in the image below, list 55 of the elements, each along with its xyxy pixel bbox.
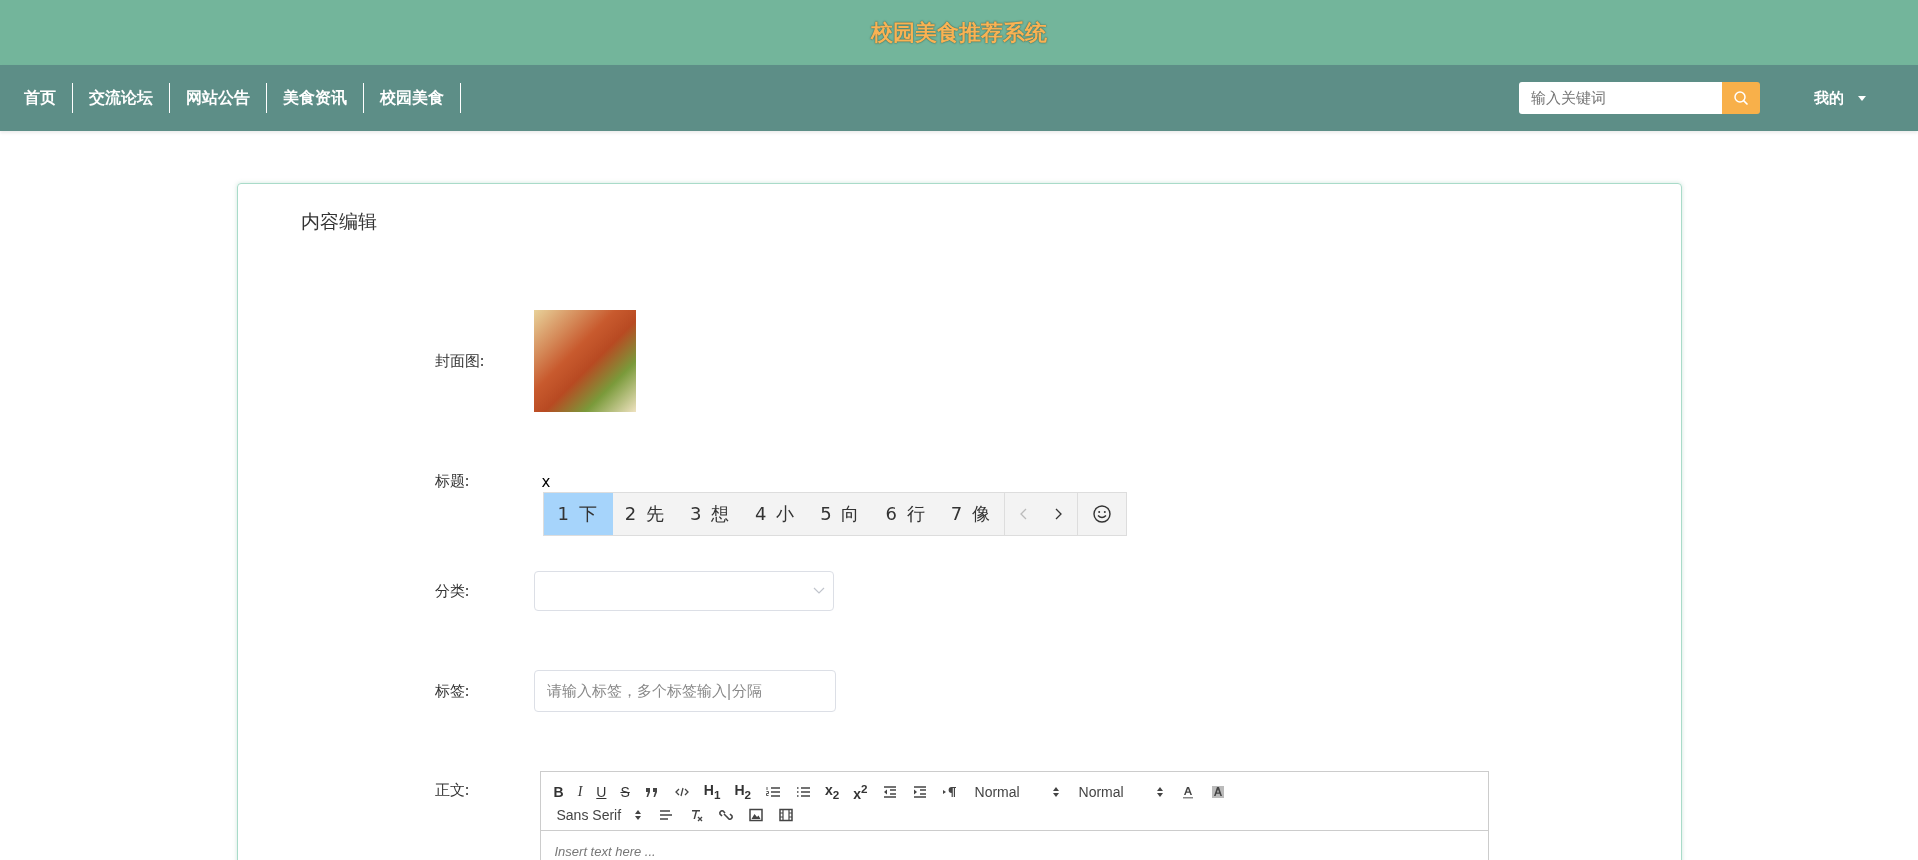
format-button[interactable]: S xyxy=(617,783,633,800)
chevron-down-icon xyxy=(812,587,825,595)
up-down-icon xyxy=(1156,786,1163,797)
search-field[interactable]: 输入关键词 xyxy=(1519,82,1722,114)
format-picker[interactable]: Normal xyxy=(968,783,1065,800)
nav-link[interactable]: 交流论坛 xyxy=(73,83,170,113)
tags-input[interactable]: 请输入标签，多个标签输入|分隔 xyxy=(533,670,836,712)
editor-placeholder: Insert text here ... xyxy=(554,844,656,859)
format-button[interactable]: H$_{1}$ xyxy=(700,782,724,801)
up-down-icon xyxy=(1052,786,1059,797)
field-label: 封面图: xyxy=(434,351,486,371)
ime-candidate[interactable]: 5 向 xyxy=(808,493,874,535)
bullet-list-icon[interactable] xyxy=(795,784,811,799)
format-button[interactable]: B xyxy=(550,783,567,800)
format-button[interactable]: x$_{2}$ xyxy=(822,782,843,801)
nav-link[interactable]: 校园美食 xyxy=(364,83,461,113)
field-label: 正文: xyxy=(434,780,471,800)
ime-candidate[interactable]: 6 行 xyxy=(873,493,939,535)
nav-link[interactable]: 首页 xyxy=(10,83,73,113)
link-icon[interactable] xyxy=(717,807,734,822)
nav-link[interactable]: 网站公告 xyxy=(170,83,267,113)
highlight-icon[interactable] xyxy=(1209,784,1226,799)
paragraph-direction-icon[interactable] xyxy=(941,784,958,799)
indent-icon[interactable] xyxy=(911,784,928,799)
format-button[interactable]: U xyxy=(593,783,610,800)
video-icon[interactable] xyxy=(777,807,794,822)
align-icon[interactable] xyxy=(657,807,674,822)
chevron-right-icon[interactable] xyxy=(1054,508,1063,520)
user-menu[interactable]: 我的 xyxy=(1814,88,1866,108)
ime-candidate[interactable]: 2 先 xyxy=(612,493,678,535)
photo-placeholder[interactable] xyxy=(533,310,636,412)
section-title: 内容编辑 xyxy=(299,209,378,234)
field-label: 标签: xyxy=(434,681,471,701)
format-picker[interactable]: Sans Serif xyxy=(550,806,647,823)
field-label: 标题: xyxy=(434,472,471,491)
ime-candidate[interactable]: 4 小 xyxy=(743,493,809,535)
site-title: 校园美食推荐系统 xyxy=(871,18,1047,47)
search-icon xyxy=(1733,90,1749,106)
up-down-icon xyxy=(634,809,641,820)
smiley-icon[interactable] xyxy=(1091,504,1112,524)
format-picker[interactable]: Normal xyxy=(1072,783,1169,800)
nav-link[interactable]: 美食资讯 xyxy=(267,83,364,113)
format-button[interactable]: I xyxy=(574,783,586,800)
ime-candidate[interactable]: 7 像 xyxy=(938,493,1004,535)
text-editor[interactable]: Insert text here ... xyxy=(540,831,1488,860)
caret-icon xyxy=(1858,95,1866,101)
field-label: 分类: xyxy=(434,581,471,601)
ime-candidate[interactable]: 1 下 xyxy=(543,493,613,535)
ordered-list-icon[interactable] xyxy=(765,784,781,799)
ime-candidate[interactable]: 3 想 xyxy=(677,493,744,535)
format-button[interactable]: H$_{2}$ xyxy=(731,782,754,801)
input-field[interactable]: x xyxy=(533,472,842,492)
format-button[interactable]: x$^{2}$ xyxy=(850,781,871,802)
image-icon[interactable] xyxy=(747,807,764,822)
outdent-icon[interactable] xyxy=(881,784,898,799)
